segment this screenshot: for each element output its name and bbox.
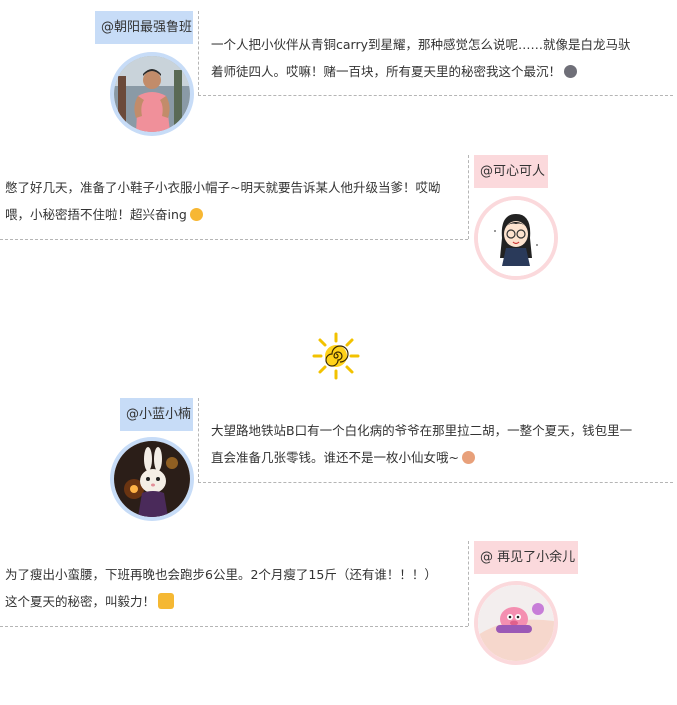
post-text: 憋了好几天，准备了小鞋子小衣服小帽子~明天就要告诉某人他升级当爹！哎呦 喂，小秘… [5, 180, 441, 222]
divider-horizontal [198, 482, 673, 483]
rabbit-avatar-icon [114, 441, 190, 517]
man-avatar-icon [114, 56, 190, 132]
divider-vertical [468, 155, 469, 239]
author-tag: @小蓝小楠 [120, 398, 193, 431]
post-text: 一个人把小伙伴从青铜carry到星耀，那种感觉怎么说呢……就像是白龙马驮 着师徒… [211, 37, 631, 79]
divider-vertical [198, 11, 199, 95]
excited-emoji-icon [189, 208, 203, 221]
avatar[interactable] [474, 196, 558, 280]
post-text: 为了瘦出小蛮腰，下班再晚也会跑步6公里。2个月瘦了15斤（还有谁！！！） 这个夏… [5, 567, 437, 609]
author-tag: @ 再见了小余儿 [474, 541, 578, 574]
author-tag: @朝阳最强鲁班 [95, 11, 193, 44]
girl-cartoon-avatar-icon [478, 200, 554, 276]
post-text: 大望路地铁站B口有一个白化病的爷爷在那里拉二胡，一整个夏天，钱包里一 直会准备几… [211, 423, 633, 465]
divider-vertical [198, 398, 199, 482]
divider-horizontal [0, 239, 468, 240]
avatar[interactable] [110, 52, 194, 136]
girl-emoji-icon [461, 451, 475, 464]
divider-horizontal [0, 626, 468, 627]
avatar[interactable] [474, 581, 558, 665]
divider-vertical [468, 541, 469, 626]
flexed-biceps-emoji-icon [158, 593, 175, 609]
avatar[interactable] [110, 437, 194, 521]
wrist-watch-avatar-icon [478, 585, 554, 661]
smirk-emoji-icon [564, 65, 578, 78]
divider-horizontal [198, 95, 673, 96]
author-tag: @可心可人 [474, 155, 548, 188]
sun-icon [312, 332, 360, 380]
